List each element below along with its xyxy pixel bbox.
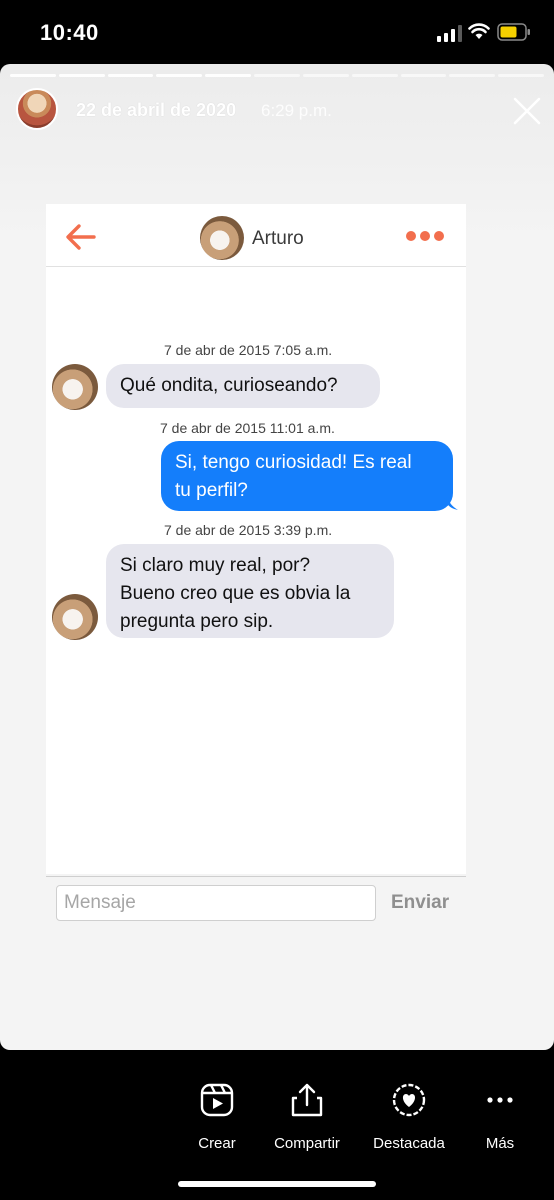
message-avatar	[52, 364, 98, 410]
message-line: Qué ondita, curioseando?	[120, 375, 338, 396]
contact-avatar[interactable]	[200, 216, 244, 260]
highlight-heart-icon	[392, 1083, 426, 1117]
message-line: Si claro muy real, por?	[120, 555, 311, 576]
progress-segment	[205, 74, 252, 77]
more-options-icon[interactable]	[406, 231, 444, 241]
message-line: Si, tengo curiosidad! Es real	[175, 452, 412, 473]
more-button[interactable]: Más	[481, 1082, 519, 1152]
progress-segment	[351, 74, 398, 77]
wifi-icon	[468, 23, 490, 39]
highlight-label: Destacada	[373, 1135, 445, 1152]
share-label: Compartir	[274, 1135, 340, 1152]
progress-segment	[449, 74, 496, 77]
progress-segment	[302, 74, 349, 77]
home-indicator[interactable]	[178, 1181, 376, 1187]
message-line: Bueno creo que es obvia la	[120, 583, 351, 604]
message-input[interactable]	[56, 885, 376, 921]
message-line: pregunta pero sip.	[120, 611, 274, 632]
create-button[interactable]: Crear	[196, 1082, 238, 1152]
create-label: Crear	[198, 1135, 236, 1152]
send-button[interactable]: Enviar	[391, 892, 449, 914]
highlight-button[interactable]: Destacada	[369, 1082, 449, 1152]
message-line: tu perfil?	[175, 480, 248, 501]
contact-name: Arturo	[252, 228, 304, 249]
progress-segment	[254, 74, 300, 77]
message-bubble-incoming: Qué ondita, curioseando?	[106, 364, 380, 408]
battery-icon	[497, 23, 530, 41]
progress-segment	[156, 74, 203, 77]
message-timestamp: 7 de abr de 2015 3:39 p.m.	[164, 522, 333, 538]
more-label: Más	[485, 1135, 515, 1152]
chat-header: Arturo	[46, 204, 466, 267]
progress-segment	[400, 74, 447, 77]
story-author-avatar[interactable]	[16, 88, 58, 130]
share-icon	[291, 1083, 323, 1117]
message-avatar	[52, 594, 98, 640]
message-bubble-incoming: Si claro muy real, por? Bueno creo que e…	[106, 544, 394, 638]
close-icon[interactable]	[512, 96, 542, 126]
bubble-tail	[444, 496, 458, 510]
share-button[interactable]: Compartir	[268, 1082, 346, 1152]
reels-icon	[200, 1083, 234, 1117]
story-time: 6:29 p.m.	[261, 101, 332, 120]
chat-screenshot: Arturo 7 de abr de 2015 7:05 a.m. Qué on…	[46, 204, 466, 874]
story-date: 22 de abril de 2020	[76, 100, 237, 120]
status-time: 10:40	[40, 20, 99, 45]
back-arrow-icon[interactable]	[64, 222, 96, 252]
cellular-signal-icon	[437, 25, 462, 42]
message-timestamp: 7 de abr de 2015 11:01 a.m.	[160, 420, 335, 436]
bottom-action-bar: Crear Compartir Destacada Más	[0, 1050, 554, 1200]
message-timestamp: 7 de abr de 2015 7:05 a.m.	[164, 342, 333, 358]
progress-segment	[107, 74, 154, 77]
progress-segment	[10, 74, 56, 77]
story-progress-bar	[10, 74, 544, 77]
status-bar: 10:40	[0, 0, 554, 64]
progress-segment	[58, 74, 105, 77]
compose-divider	[46, 876, 466, 877]
progress-segment	[498, 74, 544, 77]
message-bubble-outgoing: Si, tengo curiosidad! Es real tu perfil?	[161, 441, 453, 511]
more-icon	[487, 1097, 513, 1103]
